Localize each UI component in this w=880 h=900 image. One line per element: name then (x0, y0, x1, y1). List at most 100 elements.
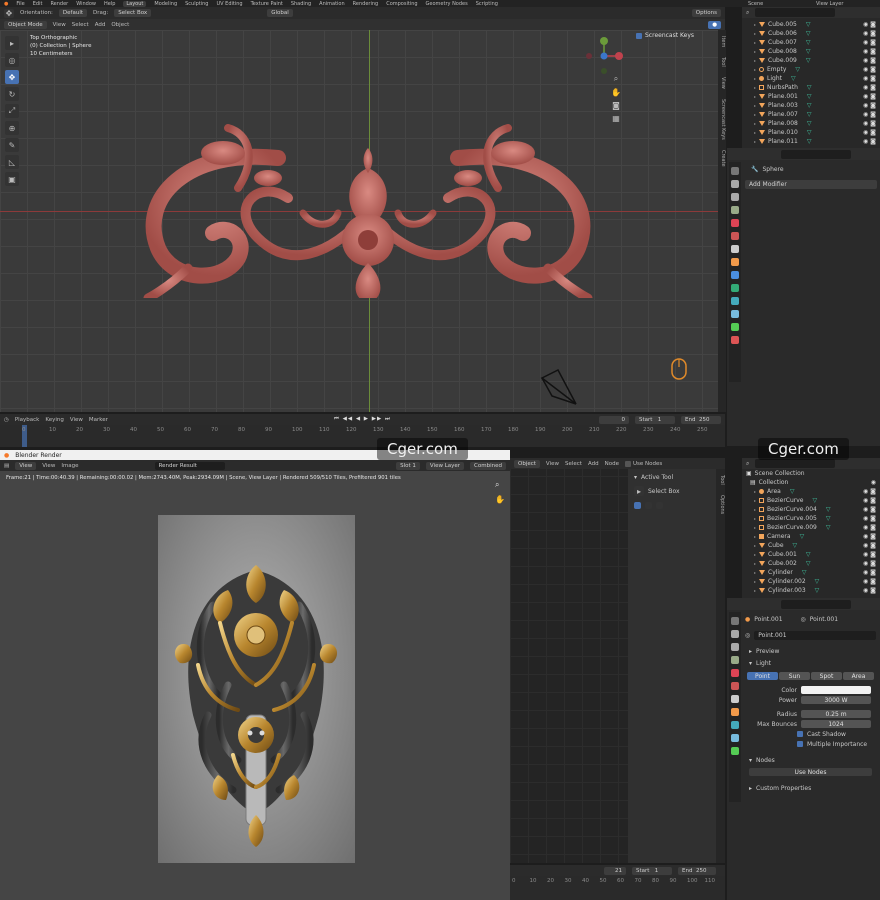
outliner-row[interactable]: ▸ BezierCurve.009 ▽ ◉ ◙ (742, 523, 880, 532)
outliner-row[interactable]: ▸ BezierCurve.004 ▽ ◉ ◙ (742, 505, 880, 514)
rotate-tool-icon[interactable]: ↻ (5, 87, 19, 101)
view-layer-selector[interactable]: View Layer (816, 1, 876, 7)
visibility-eye-icon[interactable]: ◉ ◙ (863, 497, 876, 504)
zoom-icon[interactable]: ⌕ (611, 74, 621, 84)
light-render-tab-icon[interactable] (731, 630, 739, 638)
tab-modeling[interactable]: Modeling (154, 1, 177, 7)
camera-view-icon[interactable]: ◙ (611, 100, 621, 110)
light-view-layer-tab-icon[interactable] (731, 656, 739, 664)
outliner-row[interactable]: ▸ Plane.007 ▽ ◉ ◙ (742, 110, 880, 119)
light-object-tab-icon[interactable] (731, 708, 739, 716)
node-add-menu[interactable]: Add (588, 461, 599, 467)
light-section[interactable]: ▾ Light (743, 658, 878, 668)
light-type-point[interactable]: Point (747, 672, 778, 680)
light-props-search[interactable] (781, 599, 851, 609)
node-end-frame[interactable]: End 250 (678, 866, 716, 875)
measure-tool-icon[interactable]: ◺ (5, 155, 19, 169)
visibility-eye-icon[interactable]: ◉ ◙ (863, 120, 876, 127)
mode-dropdown[interactable]: Object Mode (4, 20, 47, 29)
pan-hand-icon[interactable]: ✋ (611, 87, 621, 97)
outliner-row[interactable]: ▸ Cylinder.003 ▽ ◉ ◙ (742, 586, 880, 595)
menu-help[interactable]: Help (104, 1, 115, 7)
menu-object[interactable]: Object (111, 22, 129, 28)
transform-tool-icon[interactable]: ⊕ (5, 121, 19, 135)
menu-view[interactable]: View (53, 22, 66, 28)
constraints-tab-icon[interactable] (731, 310, 739, 318)
expand-arrow-icon[interactable]: ▸ (754, 561, 756, 566)
light-radius-field[interactable]: 0.25 m (801, 710, 871, 718)
node-view-menu[interactable]: View (546, 461, 559, 467)
tab-animation[interactable]: Animation (319, 1, 345, 7)
collapse-arrow-icon[interactable]: ▾ (634, 474, 637, 481)
tab-geometry-nodes[interactable]: Geometry Nodes (426, 1, 468, 7)
image-mode-dropdown[interactable]: View (15, 461, 37, 470)
menu-edit[interactable]: Edit (33, 1, 43, 7)
visibility-eye-icon[interactable]: ◉ ◙ (863, 39, 876, 46)
visibility-eye-icon[interactable]: ◉ ◙ (863, 84, 876, 91)
properties-search[interactable] (781, 149, 851, 159)
expand-arrow-icon[interactable]: ▸ (754, 570, 756, 575)
outliner-row[interactable]: ▸ Plane.008 ▽ ◉ ◙ (742, 119, 880, 128)
expand-arrow-icon[interactable]: ▸ (754, 31, 756, 36)
add-cube-tool-icon[interactable]: ▣ (5, 172, 19, 186)
outliner-bottom[interactable]: ⌕ ▣ Scene Collection ▤ Collection ◉ ▸ Are… (742, 458, 880, 598)
nodes-section[interactable]: ▾ Nodes (743, 755, 878, 765)
timeline-view-menu[interactable]: View (70, 417, 83, 423)
output-tab-icon[interactable] (731, 193, 739, 201)
data-tab-icon[interactable] (731, 323, 739, 331)
particles-tab-icon[interactable] (731, 284, 739, 292)
orientation-dropdown[interactable]: Default (58, 9, 88, 17)
cast-shadow-checkbox[interactable] (797, 731, 803, 737)
view-layer-tab-icon[interactable] (731, 206, 739, 214)
material-tab-icon[interactable] (731, 336, 739, 344)
expand-arrow-icon[interactable]: ▸ (754, 489, 756, 494)
physics-tab-icon[interactable] (731, 297, 739, 305)
light-type-sun[interactable]: Sun (779, 672, 810, 680)
expand-arrow-icon[interactable]: ▸ (754, 40, 756, 45)
navigation-gizmo[interactable] (584, 36, 624, 76)
world-tab-icon[interactable] (731, 232, 739, 240)
visibility-eye-icon[interactable]: ◉ ◙ (863, 524, 876, 531)
scene-tab-icon[interactable] (731, 219, 739, 227)
collection-visibility-icon[interactable]: ◉ (871, 479, 876, 486)
timeline-ruler[interactable]: 0 10 20 30 40 50 60 70 80 90 100 110 120 130 140 150 160… (0, 425, 725, 447)
outliner-row[interactable]: ▸ BezierCurve.005 ▽ ◉ ◙ (742, 514, 880, 523)
tab-item[interactable]: Item (718, 36, 726, 47)
expand-arrow-icon[interactable]: ▸ (754, 49, 756, 54)
drag-dropdown[interactable]: Select Box (114, 9, 152, 17)
light-color-swatch[interactable] (801, 686, 871, 694)
render-zoom-icon[interactable]: ⌕ (495, 480, 499, 490)
blender-logo-icon[interactable]: ● (4, 1, 8, 7)
outliner-row[interactable]: ▸ Area ▽ ◉ ◙ (742, 487, 880, 496)
visibility-eye-icon[interactable]: ◉ ◙ (863, 533, 876, 540)
tab-texture-paint[interactable]: Texture Paint (251, 1, 283, 7)
3d-viewport[interactable]: Top Orthographic (0) Collection | Sphere… (0, 30, 718, 412)
light-datablock-icon[interactable]: ◎ (745, 632, 750, 639)
outliner-top[interactable]: ⌕ ▸ Cube.005 ▽ ◉ ◙ ▸ Cube.006 ▽ ◉ ◙ ▸ Cube.007 ▽ ◉ … (742, 7, 880, 148)
use-nodes-toggle[interactable]: Use Nodes (624, 460, 662, 467)
menu-file[interactable]: File (16, 1, 24, 7)
menu-select[interactable]: Select (72, 22, 89, 28)
light-use-nodes-button[interactable]: Use Nodes (749, 768, 872, 776)
visibility-eye-icon[interactable]: ◉ ◙ (863, 569, 876, 576)
image-editor-icon[interactable]: ▤ (4, 463, 9, 469)
cast-shadow-row[interactable]: Cast Shadow (743, 729, 878, 739)
add-modifier-button[interactable]: Add Modifier (745, 180, 877, 189)
expand-arrow-icon[interactable]: ▸ (754, 552, 756, 557)
tab-uv-editing[interactable]: UV Editing (216, 1, 242, 7)
outliner-row[interactable]: ▸ Cube.006 ▽ ◉ ◙ (742, 29, 880, 38)
multiple-importance-checkbox[interactable] (797, 741, 803, 747)
expand-arrow-icon[interactable]: ▸ (754, 139, 756, 144)
move-tool-icon[interactable]: ✥ (5, 70, 19, 84)
menu-render[interactable]: Render (50, 1, 68, 7)
options-dropdown[interactable]: Options (691, 9, 721, 17)
node-tab-tool[interactable]: Tool (716, 475, 725, 485)
expand-arrow-icon[interactable]: ▸ (754, 58, 756, 63)
outliner-row[interactable]: ▸ Cube.008 ▽ ◉ ◙ (742, 47, 880, 56)
select-new-icon[interactable] (634, 501, 641, 509)
visibility-eye-icon[interactable]: ◉ ◙ (863, 93, 876, 100)
visibility-eye-icon[interactable]: ◉ ◙ (863, 75, 876, 82)
preview-section[interactable]: ▸ Preview (743, 646, 878, 656)
select-box-icon[interactable]: ▸ (634, 486, 644, 496)
node-timeline-ruler[interactable]: 0 10 20 30 40 50 60 70 80 90 100 110 (510, 876, 725, 900)
